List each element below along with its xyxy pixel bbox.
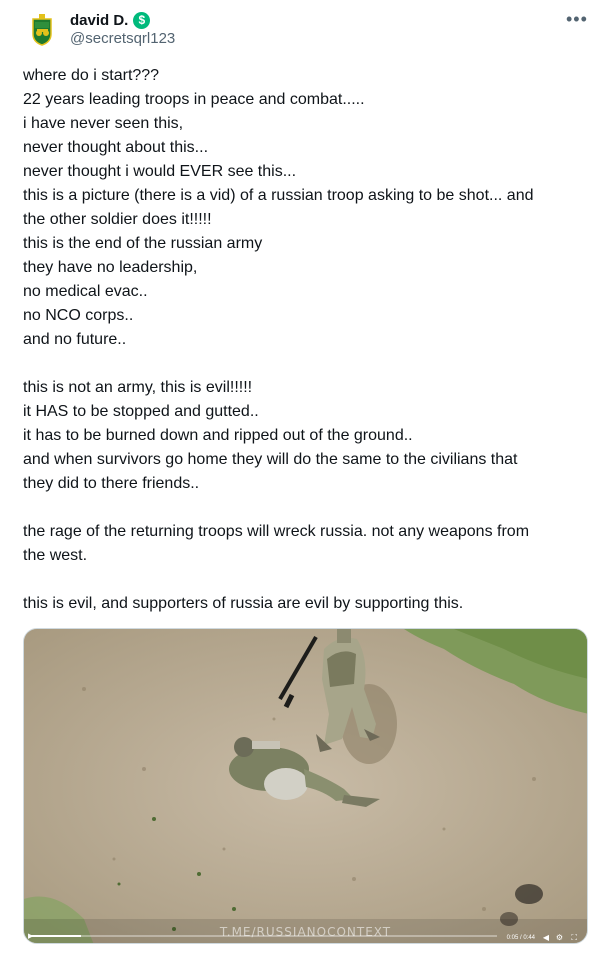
- verified-badge-icon: $: [133, 11, 151, 29]
- volume-icon[interactable]: ◀: [543, 933, 549, 942]
- tweet-text-line: and no future..: [23, 331, 127, 348]
- tweet-text-line: this is the end of the russian army: [23, 235, 263, 252]
- tweet-text-line: never thought i would EVER see this...: [23, 163, 297, 180]
- more-options-icon[interactable]: •••: [566, 10, 588, 28]
- tweet-text-line: no medical evac..: [23, 283, 148, 300]
- tweet-text-line: this is not an army, this is evil!!!!!: [23, 379, 253, 396]
- video-progress-bar[interactable]: [30, 935, 497, 937]
- video-time: 0:05 / 0:44: [506, 935, 535, 941]
- tweet-text-line: this is a picture (there is a vid) of a …: [23, 187, 534, 204]
- video-controls: ▶ 0:05 / 0:44 ◀ ⚙ ⛶: [24, 931, 587, 943]
- video-frame: [24, 629, 587, 943]
- tweet-text-line: the other soldier does it!!!!!: [23, 211, 212, 228]
- tweet-text-line: where do i start???: [23, 67, 160, 84]
- tweet-text-line: the west.: [23, 547, 88, 564]
- video-player[interactable]: T.ME/RUSSIANOCONTEXT ▶ 0:05 / 0:44 ◀ ⚙ ⛶: [23, 628, 588, 944]
- fullscreen-icon[interactable]: ⛶: [571, 933, 577, 942]
- tweet-text-line: i have never seen this,: [23, 115, 184, 132]
- tweet: david D. $ @secretsqrl123 ••• where do i…: [0, 0, 594, 953]
- tweet-text-line: 22 years leading troops in peace and com…: [23, 91, 365, 108]
- tweet-text-line: never thought about this...: [23, 139, 209, 156]
- tweet-text-line: no NCO corps..: [23, 307, 134, 324]
- tweet-text-line: it HAS to be stopped and gutted..: [23, 403, 259, 420]
- tweet-text-line: this is evil, and supporters of russia a…: [23, 595, 464, 612]
- author-name-line[interactable]: david D. $: [70, 10, 151, 30]
- tweet-text-line: they have no leadership,: [23, 259, 198, 276]
- tweet-text-line: the rage of the returning troops will wr…: [23, 523, 530, 540]
- tweet-text-line: it has to be burned down and ripped out …: [23, 427, 413, 444]
- author-handle[interactable]: @secretsqrl123: [70, 30, 175, 47]
- video-progress-fill: [30, 935, 82, 937]
- tweet-text-line: they did to there friends..: [23, 475, 200, 492]
- settings-icon[interactable]: ⚙: [556, 933, 563, 942]
- tweet-text: where do i start??? 22 years leading troo…: [23, 64, 583, 616]
- avatar-emblem-icon: [32, 14, 52, 46]
- display-name[interactable]: david D.: [70, 12, 128, 29]
- avatar[interactable]: [22, 10, 62, 50]
- tweet-text-line: and when survivors go home they will do …: [23, 451, 518, 468]
